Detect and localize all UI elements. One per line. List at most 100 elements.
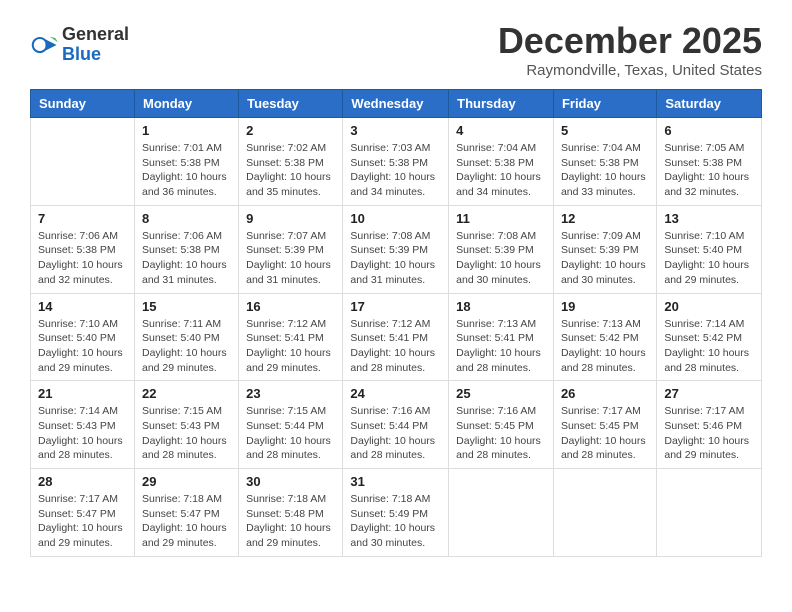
calendar-cell: 1 Sunrise: 7:01 AM Sunset: 5:38 PM Daylig…: [134, 118, 238, 206]
day-number: 24: [350, 386, 441, 401]
day-number: 13: [664, 211, 754, 226]
calendar-cell: [553, 469, 656, 557]
day-number: 6: [664, 123, 754, 138]
day-number: 15: [142, 299, 231, 314]
calendar-week-5: 28 Sunrise: 7:17 AM Sunset: 5:47 PM Dayli…: [31, 469, 762, 557]
calendar-cell: [449, 469, 554, 557]
day-number: 3: [350, 123, 441, 138]
calendar-cell: [657, 469, 762, 557]
day-info: Sunrise: 7:06 AM Sunset: 5:38 PM Dayligh…: [38, 229, 127, 288]
day-info: Sunrise: 7:10 AM Sunset: 5:40 PM Dayligh…: [664, 229, 754, 288]
day-number: 18: [456, 299, 546, 314]
day-info: Sunrise: 7:09 AM Sunset: 5:39 PM Dayligh…: [561, 229, 649, 288]
day-info: Sunrise: 7:05 AM Sunset: 5:38 PM Dayligh…: [664, 141, 754, 200]
calendar-cell: 11 Sunrise: 7:08 AM Sunset: 5:39 PM Dayli…: [449, 205, 554, 293]
weekday-header-sunday: Sunday: [31, 90, 135, 118]
day-info: Sunrise: 7:13 AM Sunset: 5:42 PM Dayligh…: [561, 317, 649, 376]
day-info: Sunrise: 7:11 AM Sunset: 5:40 PM Dayligh…: [142, 317, 231, 376]
day-info: Sunrise: 7:03 AM Sunset: 5:38 PM Dayligh…: [350, 141, 441, 200]
calendar-cell: 7 Sunrise: 7:06 AM Sunset: 5:38 PM Daylig…: [31, 205, 135, 293]
calendar-table: SundayMondayTuesdayWednesdayThursdayFrid…: [30, 89, 762, 557]
header: General Blue December 2025 Raymondville,…: [30, 20, 762, 79]
day-number: 21: [38, 386, 127, 401]
day-number: 19: [561, 299, 649, 314]
day-number: 11: [456, 211, 546, 226]
day-info: Sunrise: 7:13 AM Sunset: 5:41 PM Dayligh…: [456, 317, 546, 376]
day-number: 9: [246, 211, 335, 226]
day-number: 27: [664, 386, 754, 401]
day-info: Sunrise: 7:01 AM Sunset: 5:38 PM Dayligh…: [142, 141, 231, 200]
calendar-cell: 8 Sunrise: 7:06 AM Sunset: 5:38 PM Daylig…: [134, 205, 238, 293]
day-info: Sunrise: 7:17 AM Sunset: 5:47 PM Dayligh…: [38, 492, 127, 551]
day-info: Sunrise: 7:04 AM Sunset: 5:38 PM Dayligh…: [456, 141, 546, 200]
day-number: 20: [664, 299, 754, 314]
day-number: 7: [38, 211, 127, 226]
calendar-cell: 14Sunrise: 7:10 AM Sunset: 5:40 PM Dayli…: [31, 293, 135, 381]
day-info: Sunrise: 7:17 AM Sunset: 5:46 PM Dayligh…: [664, 404, 754, 463]
calendar-cell: 24 Sunrise: 7:16 AM Sunset: 5:44 PM Dayli…: [343, 381, 449, 469]
calendar-week-3: 14Sunrise: 7:10 AM Sunset: 5:40 PM Dayli…: [31, 293, 762, 381]
weekday-header-wednesday: Wednesday: [343, 90, 449, 118]
logo-text: General Blue: [62, 25, 129, 65]
calendar-cell: 25 Sunrise: 7:16 AM Sunset: 5:45 PM Dayli…: [449, 381, 554, 469]
day-info: Sunrise: 7:08 AM Sunset: 5:39 PM Dayligh…: [456, 229, 546, 288]
weekday-header-saturday: Saturday: [657, 90, 762, 118]
day-info: Sunrise: 7:15 AM Sunset: 5:43 PM Dayligh…: [142, 404, 231, 463]
calendar-cell: 16 Sunrise: 7:12 AM Sunset: 5:41 PM Dayli…: [239, 293, 343, 381]
day-info: Sunrise: 7:14 AM Sunset: 5:43 PM Dayligh…: [38, 404, 127, 463]
page: General Blue December 2025 Raymondville,…: [0, 0, 792, 577]
day-number: 16: [246, 299, 335, 314]
day-number: 8: [142, 211, 231, 226]
logo-blue: Blue: [62, 44, 101, 64]
calendar-week-1: 1 Sunrise: 7:01 AM Sunset: 5:38 PM Daylig…: [31, 118, 762, 206]
day-number: 26: [561, 386, 649, 401]
day-info: Sunrise: 7:06 AM Sunset: 5:38 PM Dayligh…: [142, 229, 231, 288]
calendar-cell: 30 Sunrise: 7:18 AM Sunset: 5:48 PM Dayli…: [239, 469, 343, 557]
calendar-cell: 5Sunrise: 7:04 AM Sunset: 5:38 PM Daylig…: [553, 118, 656, 206]
calendar-cell: 10Sunrise: 7:08 AM Sunset: 5:39 PM Dayli…: [343, 205, 449, 293]
day-number: 22: [142, 386, 231, 401]
day-info: Sunrise: 7:17 AM Sunset: 5:45 PM Dayligh…: [561, 404, 649, 463]
weekday-header-tuesday: Tuesday: [239, 90, 343, 118]
calendar-cell: 12Sunrise: 7:09 AM Sunset: 5:39 PM Dayli…: [553, 205, 656, 293]
title-block: December 2025 Raymondville, Texas, Unite…: [498, 20, 762, 79]
weekday-header-friday: Friday: [553, 90, 656, 118]
day-info: Sunrise: 7:18 AM Sunset: 5:48 PM Dayligh…: [246, 492, 335, 551]
day-info: Sunrise: 7:07 AM Sunset: 5:39 PM Dayligh…: [246, 229, 335, 288]
logo-general: General: [62, 24, 129, 44]
calendar-week-2: 7 Sunrise: 7:06 AM Sunset: 5:38 PM Daylig…: [31, 205, 762, 293]
day-number: 31: [350, 474, 441, 489]
day-number: 30: [246, 474, 335, 489]
calendar-cell: 26 Sunrise: 7:17 AM Sunset: 5:45 PM Dayli…: [553, 381, 656, 469]
calendar-cell: 28 Sunrise: 7:17 AM Sunset: 5:47 PM Dayli…: [31, 469, 135, 557]
day-number: 1: [142, 123, 231, 138]
calendar-cell: 21 Sunrise: 7:14 AM Sunset: 5:43 PM Dayli…: [31, 381, 135, 469]
logo: General Blue: [30, 25, 129, 65]
logo-icon: [30, 31, 58, 59]
weekday-header-monday: Monday: [134, 90, 238, 118]
day-info: Sunrise: 7:12 AM Sunset: 5:41 PM Dayligh…: [350, 317, 441, 376]
calendar-cell: 31Sunrise: 7:18 AM Sunset: 5:49 PM Dayli…: [343, 469, 449, 557]
day-number: 28: [38, 474, 127, 489]
day-info: Sunrise: 7:18 AM Sunset: 5:47 PM Dayligh…: [142, 492, 231, 551]
calendar-cell: 22 Sunrise: 7:15 AM Sunset: 5:43 PM Dayli…: [134, 381, 238, 469]
calendar-cell: 20Sunrise: 7:14 AM Sunset: 5:42 PM Dayli…: [657, 293, 762, 381]
day-info: Sunrise: 7:15 AM Sunset: 5:44 PM Dayligh…: [246, 404, 335, 463]
calendar-cell: 4Sunrise: 7:04 AM Sunset: 5:38 PM Daylig…: [449, 118, 554, 206]
day-info: Sunrise: 7:16 AM Sunset: 5:45 PM Dayligh…: [456, 404, 546, 463]
day-info: Sunrise: 7:16 AM Sunset: 5:44 PM Dayligh…: [350, 404, 441, 463]
calendar-cell: 2 Sunrise: 7:02 AM Sunset: 5:38 PM Daylig…: [239, 118, 343, 206]
calendar-cell: 27 Sunrise: 7:17 AM Sunset: 5:46 PM Dayli…: [657, 381, 762, 469]
day-number: 5: [561, 123, 649, 138]
day-number: 29: [142, 474, 231, 489]
day-number: 2: [246, 123, 335, 138]
day-info: Sunrise: 7:02 AM Sunset: 5:38 PM Dayligh…: [246, 141, 335, 200]
calendar-cell: 18 Sunrise: 7:13 AM Sunset: 5:41 PM Dayli…: [449, 293, 554, 381]
day-number: 25: [456, 386, 546, 401]
calendar-cell: 19 Sunrise: 7:13 AM Sunset: 5:42 PM Dayli…: [553, 293, 656, 381]
day-info: Sunrise: 7:12 AM Sunset: 5:41 PM Dayligh…: [246, 317, 335, 376]
calendar-cell: [31, 118, 135, 206]
calendar-cell: 29 Sunrise: 7:18 AM Sunset: 5:47 PM Dayli…: [134, 469, 238, 557]
day-number: 23: [246, 386, 335, 401]
day-info: Sunrise: 7:08 AM Sunset: 5:39 PM Dayligh…: [350, 229, 441, 288]
